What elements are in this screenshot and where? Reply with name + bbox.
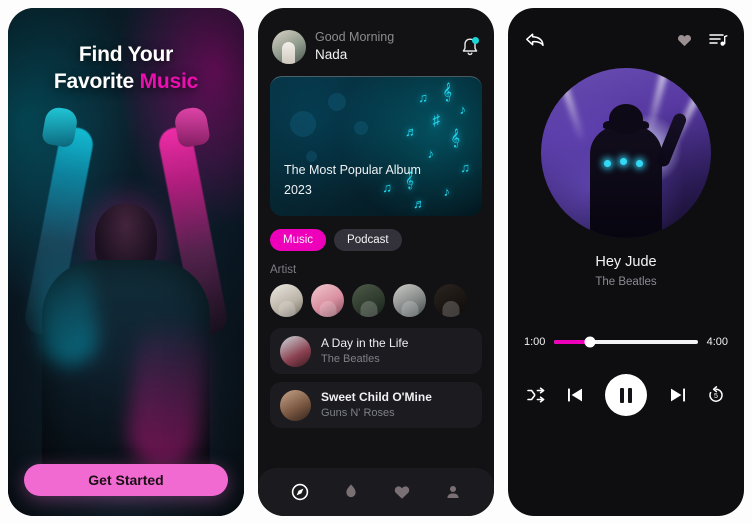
get-started-button[interactable]: Get Started — [24, 464, 228, 496]
bell-icon[interactable] — [460, 36, 480, 58]
song-artist: Guns N' Roses — [321, 407, 395, 420]
artist-list — [270, 284, 482, 317]
category-chips: Music Podcast — [270, 229, 482, 251]
headline-accent: Music — [139, 69, 199, 93]
headline-line-1: Find Your — [78, 43, 174, 66]
song-title: A Day in the Life — [321, 336, 409, 350]
chip-music[interactable]: Music — [270, 229, 327, 251]
chip-podcast[interactable]: Podcast — [334, 229, 402, 251]
led-dot — [636, 160, 643, 167]
playback-controls: 5 — [522, 374, 730, 416]
screenshot-stage: Find Your Favorite Music Get Started Goo… — [0, 0, 752, 524]
player-topbar-actions — [675, 31, 728, 49]
led-dot — [620, 158, 627, 165]
track-info: Hey Jude The Beatles — [522, 254, 730, 288]
bokeh-dot — [290, 111, 316, 137]
elapsed-time: 1:00 — [524, 336, 546, 348]
bottom-tab-bar — [258, 468, 494, 516]
artist-section-label: Artist — [270, 264, 297, 276]
shuffle-icon[interactable] — [526, 386, 546, 404]
next-icon[interactable] — [666, 385, 688, 405]
progress-slider[interactable] — [554, 336, 698, 348]
artist-avatar[interactable] — [434, 284, 467, 317]
flame-icon[interactable] — [341, 482, 361, 502]
svg-text:5: 5 — [714, 393, 718, 400]
heart-icon[interactable] — [675, 31, 694, 49]
stage-light — [558, 74, 586, 144]
pause-icon[interactable] — [605, 374, 647, 416]
artist-avatar[interactable] — [311, 284, 344, 317]
list-item[interactable]: A Day in the Life The Beatles — [270, 328, 482, 375]
led-dot — [604, 160, 611, 167]
pause-bar-left — [620, 387, 624, 403]
heart-icon[interactable] — [392, 482, 412, 502]
list-item[interactable]: Sweet Child O'Mine Guns N' Roses — [270, 382, 482, 429]
headline-plain: Favorite — [53, 69, 140, 93]
onboarding-headline: Find Your Favorite Music — [8, 42, 244, 96]
song-artist: The Beatles — [321, 353, 380, 366]
notification-badge — [472, 37, 479, 44]
dj-silhouette — [590, 104, 689, 238]
track-title: Hey Jude — [595, 254, 657, 270]
player-topbar — [522, 26, 730, 54]
seek-bar-row: 1:00 4:00 — [522, 336, 730, 348]
album-cover — [541, 68, 711, 238]
banner-line-1: The Most Popular Album — [284, 163, 421, 178]
user-name: Nada — [315, 46, 348, 62]
song-list: A Day in the Life The Beatles Sweet Chil… — [270, 328, 482, 429]
song-thumbnail — [280, 335, 311, 367]
dj-arm — [654, 111, 689, 169]
song-thumbnail — [280, 389, 311, 421]
song-meta: A Day in the Life The Beatles — [321, 335, 408, 367]
artist-avatar[interactable] — [270, 284, 303, 317]
previous-icon[interactable] — [565, 385, 587, 405]
featured-album-banner[interactable]: ♫ 𝄞 ♪ ♯ ♬ 𝄞 ♪ ♫ 𝄞 ♪ ♬ ♫ The Most Popular… — [270, 76, 482, 216]
album-cover-wrap — [522, 68, 730, 238]
bokeh-dot — [354, 121, 368, 135]
artist-avatar[interactable] — [352, 284, 385, 317]
back-arrow-icon[interactable] — [524, 30, 546, 50]
track-artist: The Beatles — [595, 276, 657, 288]
total-time: 4:00 — [706, 336, 728, 348]
onboarding-screen: Find Your Favorite Music Get Started — [8, 8, 244, 516]
player-screen: Hey Jude The Beatles 1:00 4:00 5 — [508, 8, 744, 516]
song-meta: Sweet Child O'Mine Guns N' Roses — [321, 389, 432, 421]
dj-head — [609, 104, 643, 134]
playlist-queue-icon[interactable] — [708, 31, 728, 49]
progress-thumb[interactable] — [584, 336, 596, 348]
compass-icon[interactable] — [290, 482, 310, 502]
greeting-text: Good Morning — [315, 30, 395, 45]
bokeh-dot — [328, 93, 346, 111]
song-title: Sweet Child O'Mine — [321, 390, 432, 405]
home-header: Good Morning Nada — [270, 24, 482, 64]
banner-caption: The Most Popular Album 2023 — [284, 161, 421, 200]
person-icon[interactable] — [443, 482, 463, 502]
banner-line-2: 2023 — [284, 182, 312, 197]
headline-line-2: Favorite Music — [8, 69, 244, 96]
home-screen: Good Morning Nada ♫ 𝄞 ♪ ♯ ♬ 𝄞 ♪ ♫ 𝄞 ♪ ♬ … — [258, 8, 494, 516]
artist-avatar[interactable] — [393, 284, 426, 317]
avatar[interactable] — [272, 30, 306, 64]
replay-5-icon[interactable]: 5 — [706, 385, 726, 405]
greeting-block: Good Morning Nada — [315, 30, 451, 64]
pause-bar-right — [628, 387, 632, 403]
